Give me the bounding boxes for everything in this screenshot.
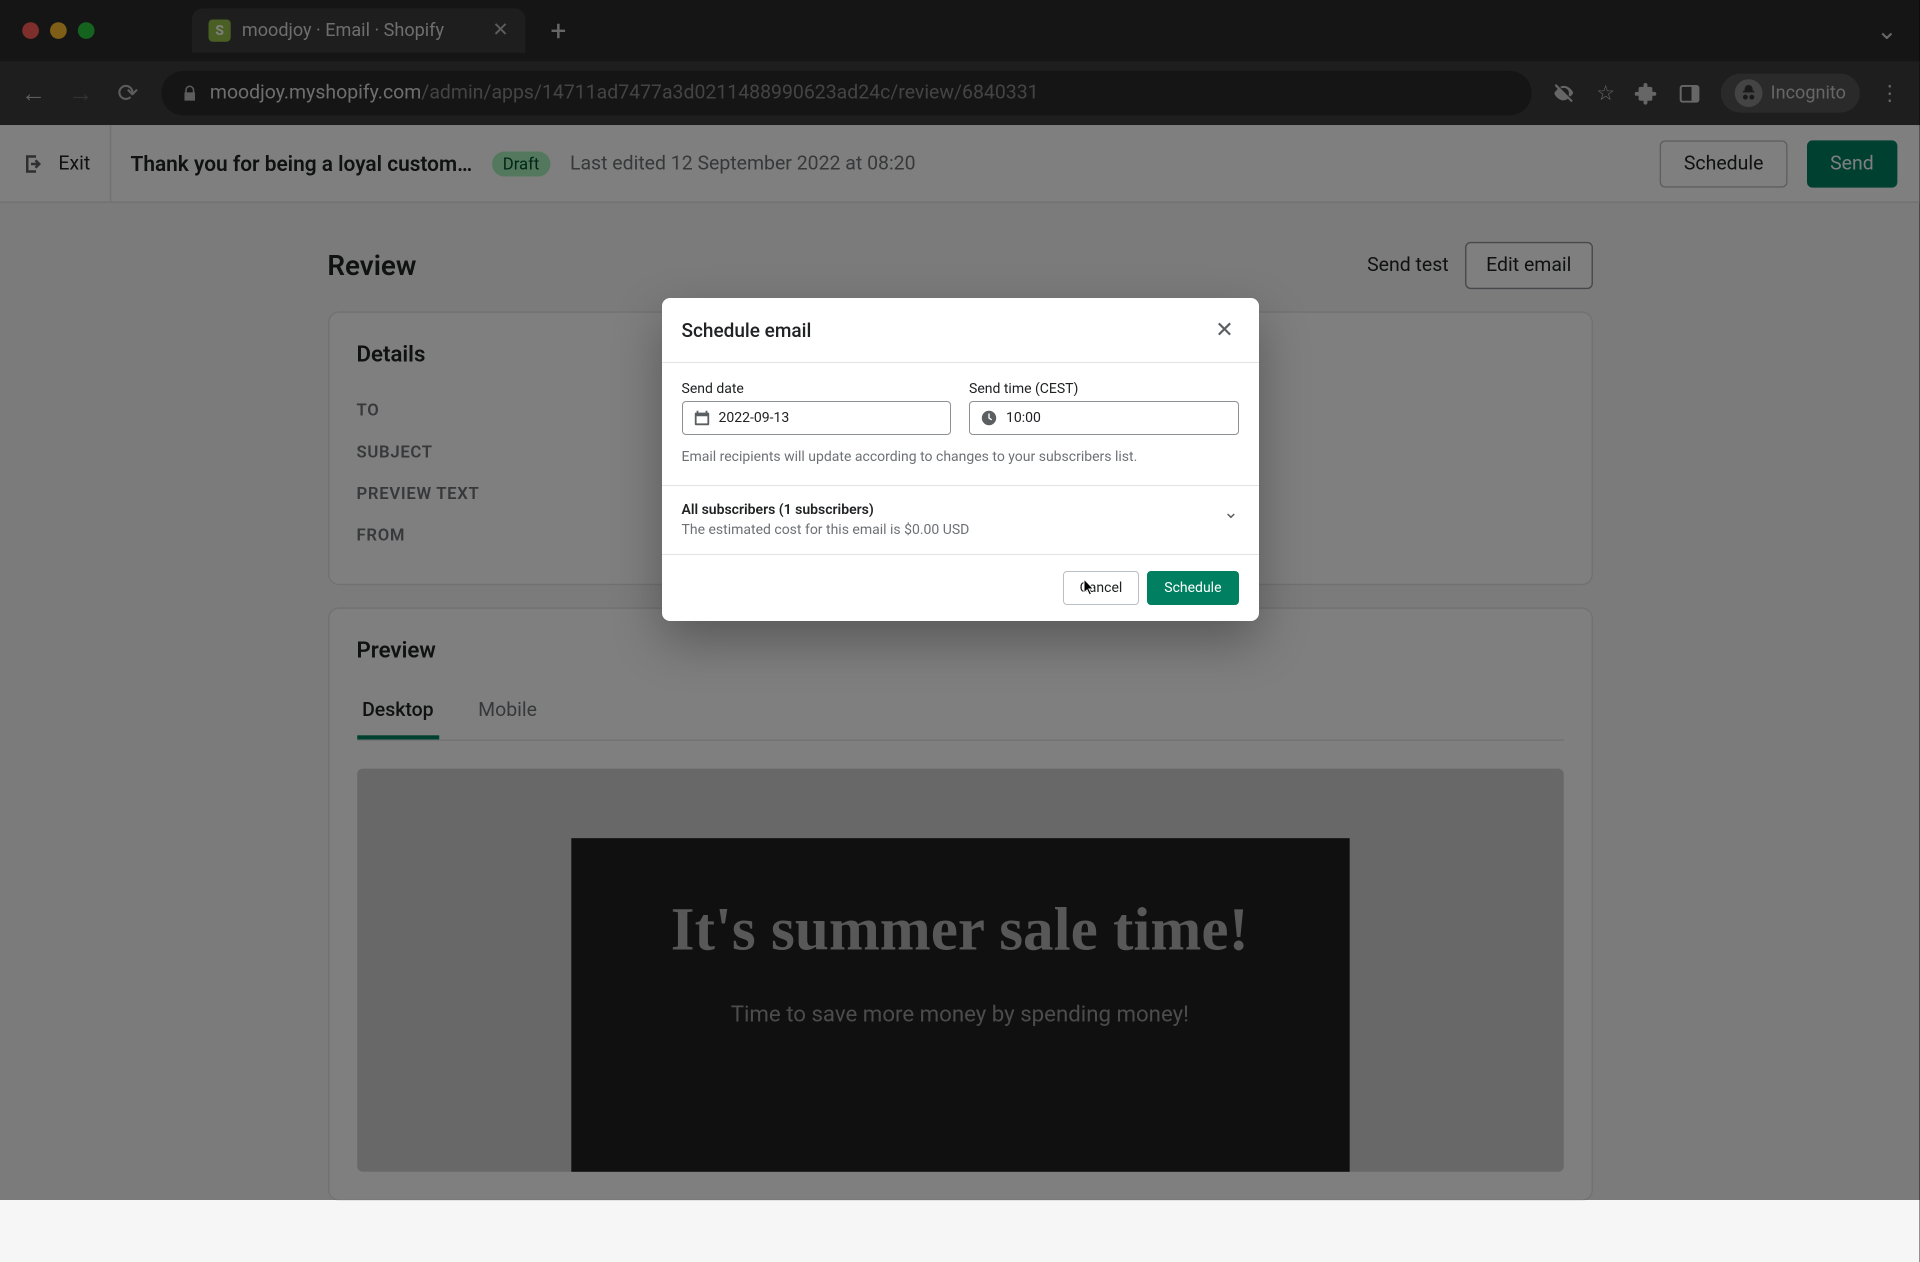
send-time-input[interactable] <box>1006 410 1228 426</box>
subscribers-title: All subscribers (1 subscribers) <box>682 502 1224 518</box>
send-time-input-wrap[interactable] <box>969 401 1239 435</box>
modal-title: Schedule email <box>682 319 812 342</box>
send-date-input[interactable] <box>719 410 941 426</box>
send-date-input-wrap[interactable] <box>682 401 952 435</box>
modal-hint: Email recipients will update according t… <box>682 449 1239 465</box>
modal-schedule-button[interactable]: Schedule <box>1147 571 1238 605</box>
chevron-down-icon[interactable]: ⌄ <box>1223 502 1238 523</box>
send-date-label: Send date <box>682 381 952 397</box>
subscribers-row[interactable]: All subscribers (1 subscribers) The esti… <box>662 486 1259 554</box>
close-icon[interactable]: ✕ <box>1211 316 1239 344</box>
send-time-label: Send time (CEST) <box>969 381 1239 397</box>
subscribers-cost: The estimated cost for this email is $0.… <box>682 522 1224 538</box>
clock-icon <box>980 409 998 427</box>
schedule-email-modal: Schedule email ✕ Send date Send time (CE… <box>662 298 1259 621</box>
cancel-button[interactable]: Cancel <box>1063 571 1140 605</box>
calendar-icon <box>693 409 711 427</box>
modal-overlay[interactable]: Schedule email ✕ Send date Send time (CE… <box>0 0 1920 1200</box>
